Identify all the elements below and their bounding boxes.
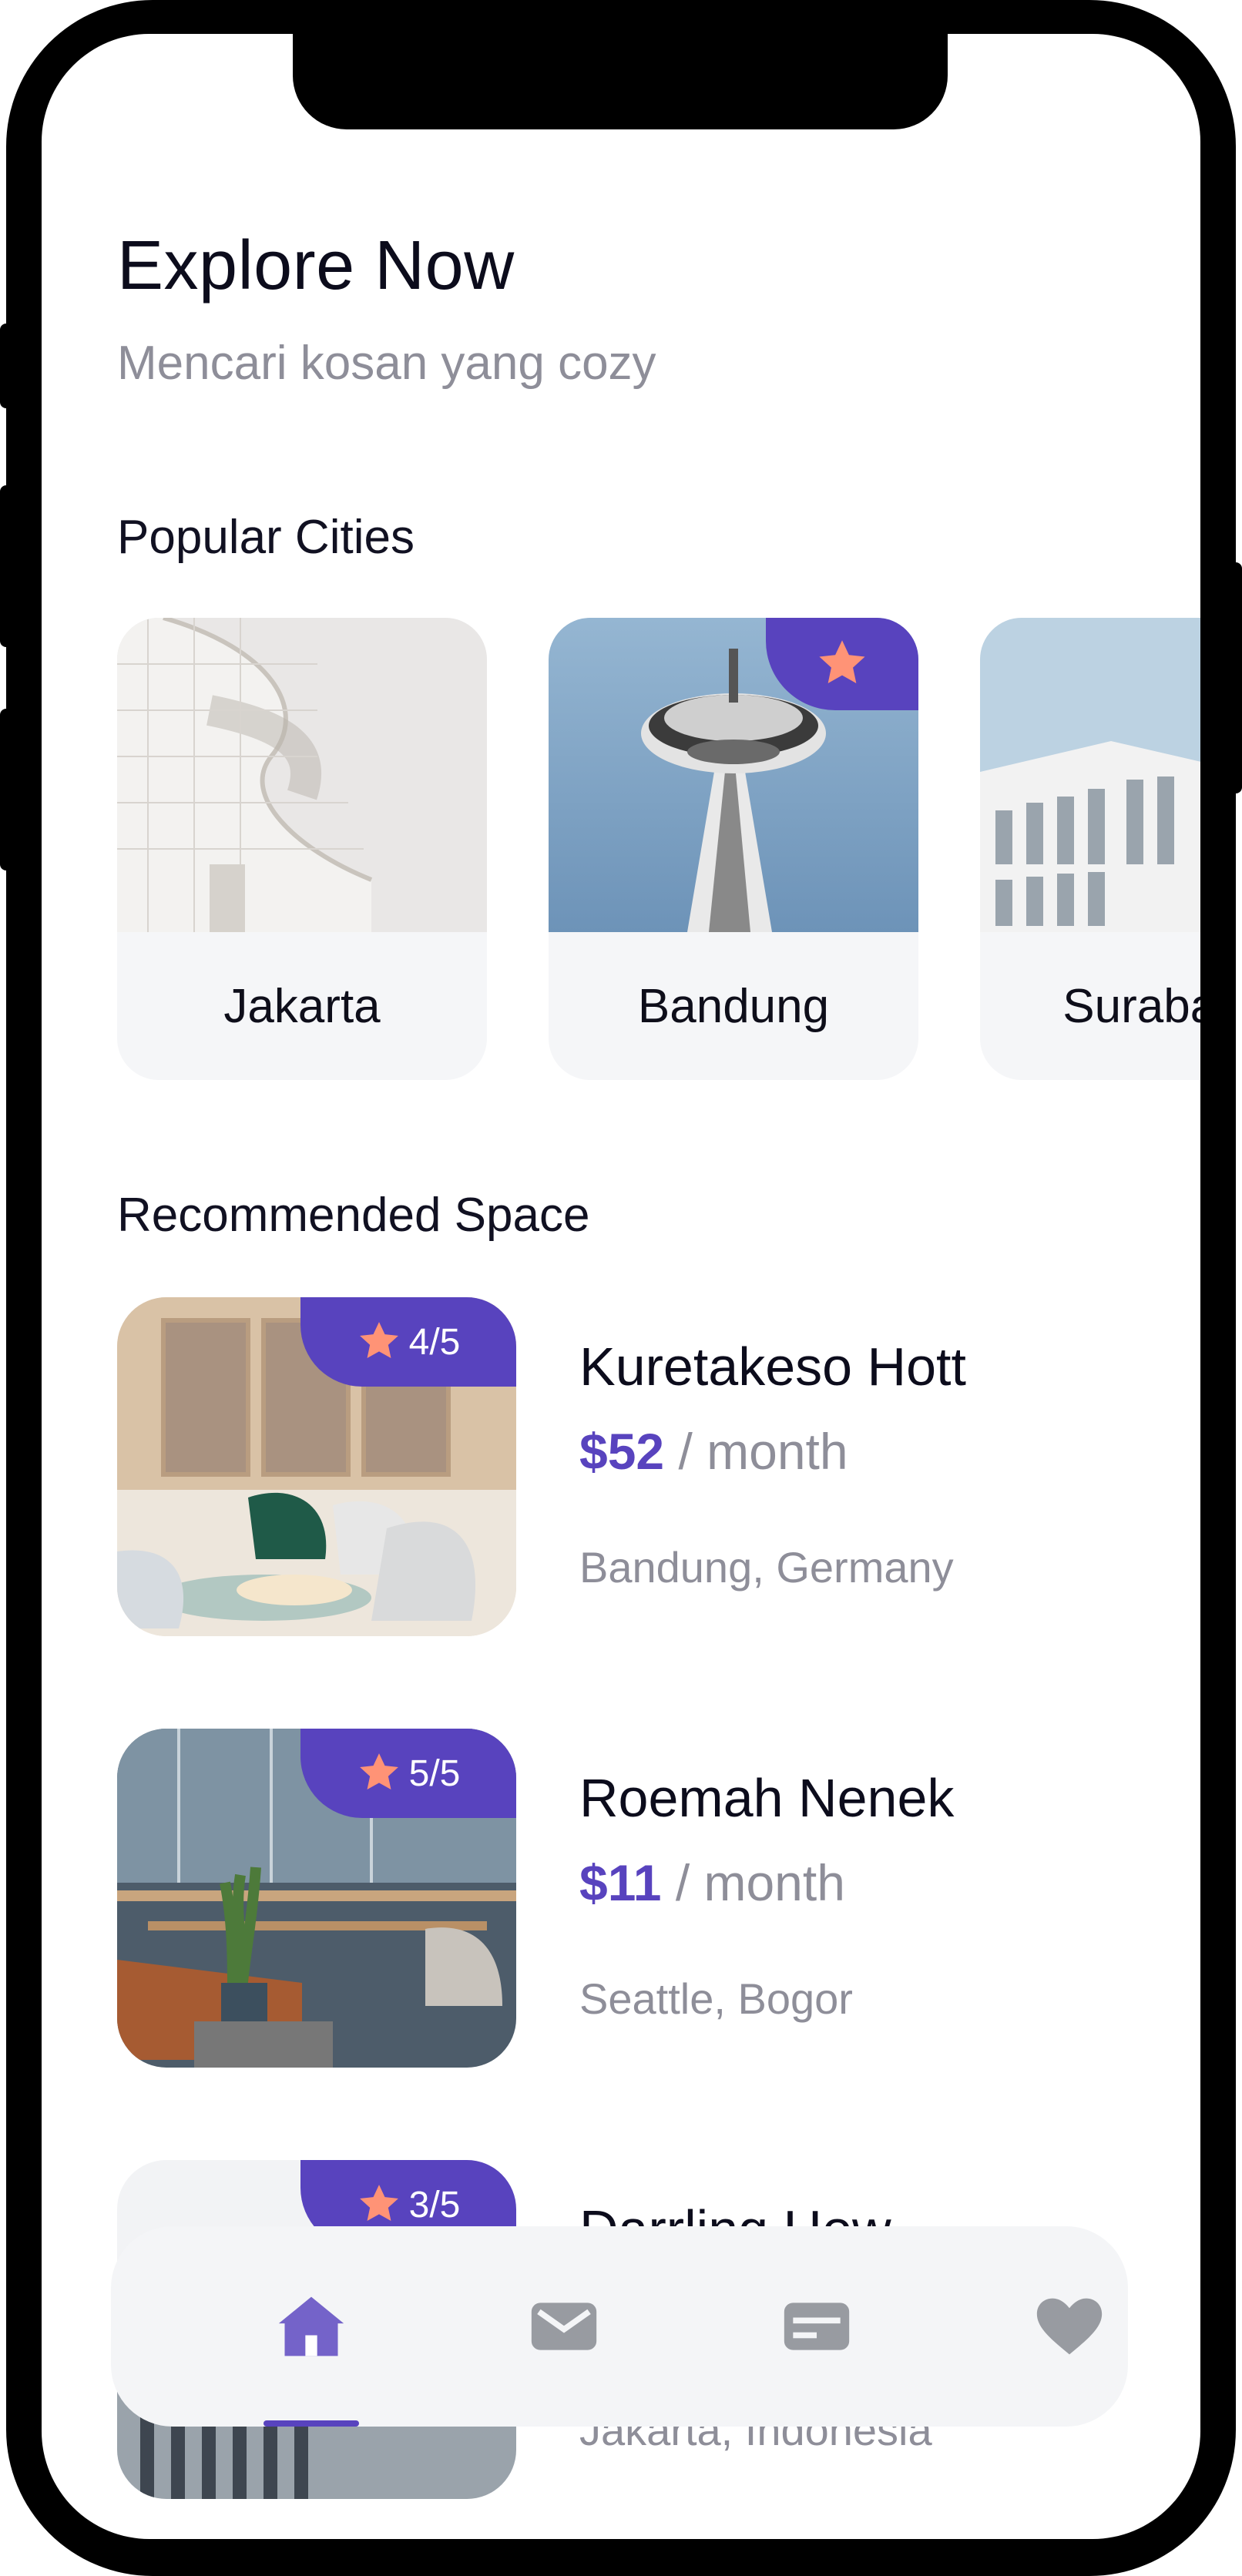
price-amount: $11 <box>579 1854 662 1911</box>
price-amount: $52 <box>579 1423 665 1480</box>
notch <box>293 34 948 129</box>
space-card[interactable]: 5/5 Roemah Nenek $11 / month Seattle, Bo… <box>117 1729 1119 2068</box>
price-period: / month <box>678 1423 848 1480</box>
mail-icon <box>531 2303 597 2350</box>
space-location: Seattle, Bogor <box>579 1974 853 2023</box>
nav-active-indicator <box>264 2420 359 2427</box>
space-image: 4/5 <box>117 1297 516 1636</box>
rating-value: 4/5 <box>408 1321 461 1363</box>
city-name: Jakarta <box>223 979 381 1033</box>
rating-value: 5/5 <box>408 1753 461 1794</box>
bottom-nav <box>111 2226 1128 2427</box>
volume-down-button <box>0 485 12 647</box>
heart-icon <box>1036 2298 1103 2355</box>
page-subtitle: Mencari kosan yang cozy <box>117 337 656 390</box>
space-name: Roemah Nenek <box>579 1768 955 1828</box>
recommended-space-heading: Recommended Space <box>117 1189 590 1242</box>
space-name: Kuretakeso Hott <box>579 1337 966 1397</box>
space-price: $52 / month <box>579 1422 848 1481</box>
space-image: 5/5 <box>117 1729 516 2068</box>
nav-payments[interactable] <box>770 2280 863 2373</box>
city-card-jakarta[interactable]: Jakarta <box>117 618 487 1080</box>
star-icon <box>359 2185 398 2222</box>
star-icon <box>359 1322 398 1359</box>
app-screen: Explore Now Mencari kosan yang cozy Popu… <box>42 34 1200 2539</box>
card-icon <box>784 2303 850 2350</box>
city-name: Surabaya <box>1062 979 1200 1033</box>
silent-switch <box>0 709 12 870</box>
price-period: / month <box>675 1854 845 1911</box>
city-image <box>980 618 1200 932</box>
rating-badge: 4/5 <box>300 1297 516 1387</box>
city-image <box>117 618 487 932</box>
city-card-bandung[interactable]: Bandung <box>549 618 918 1080</box>
star-icon <box>359 1753 398 1790</box>
popular-cities-heading: Popular Cities <box>117 511 415 564</box>
city-card-surabaya[interactable]: Surabaya <box>980 618 1200 1080</box>
rating-value: 3/5 <box>408 2184 461 2225</box>
volume-up-button <box>0 324 12 408</box>
space-price: $11 / month <box>579 1853 845 1912</box>
rating-badge: 5/5 <box>300 1729 516 1818</box>
nav-home[interactable] <box>265 2280 357 2373</box>
page-title: Explore Now <box>117 227 515 304</box>
nav-messages[interactable] <box>518 2280 610 2373</box>
space-card[interactable]: 4/5 Kuretakeso Hott $52 / month Bandung,… <box>117 1297 1119 1636</box>
home-icon <box>278 2296 344 2356</box>
nav-favorites[interactable] <box>1023 2280 1116 2373</box>
space-location: Bandung, Germany <box>579 1543 954 1592</box>
power-button <box>1230 562 1242 793</box>
city-name: Bandung <box>637 979 830 1033</box>
star-icon <box>819 640 865 683</box>
